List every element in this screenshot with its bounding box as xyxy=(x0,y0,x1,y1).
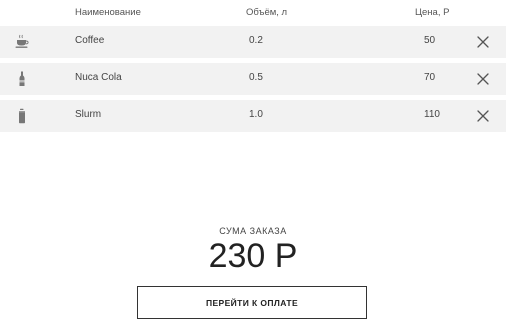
order-total-label: СУМА ЗАКАЗА xyxy=(219,226,287,236)
order-item-row: Coffee 0.2 50 xyxy=(0,26,506,58)
column-header-price: Цена, Р xyxy=(415,7,450,18)
order-item-row: Slurm 1.0 110 xyxy=(0,100,506,132)
close-icon xyxy=(477,36,489,48)
close-icon xyxy=(477,73,489,85)
proceed-to-payment-button[interactable]: ПЕРЕЙТИ К ОПЛАТЕ xyxy=(137,286,367,319)
column-header-name: Наименование xyxy=(75,7,141,18)
soda-can-icon xyxy=(14,108,30,124)
item-volume: 0.5 xyxy=(249,72,263,83)
column-header-volume: Объём, л xyxy=(246,7,288,18)
order-summary: СУМА ЗАКАЗА 230 Р xyxy=(0,226,506,273)
item-volume: 0.2 xyxy=(249,35,263,46)
item-name: Coffee xyxy=(75,35,105,46)
item-volume: 1.0 xyxy=(249,109,263,120)
order-item-row: Nuca Cola 0.5 70 xyxy=(0,63,506,95)
table-header: Наименование Объём, л Цена, Р xyxy=(0,0,506,26)
remove-item-button[interactable] xyxy=(474,33,492,51)
item-price: 110 xyxy=(424,109,440,120)
soda-bottle-icon xyxy=(14,71,30,87)
close-icon xyxy=(477,110,489,122)
item-price: 70 xyxy=(424,72,436,83)
item-name: Slurm xyxy=(75,109,102,120)
coffee-cup-icon xyxy=(14,34,30,50)
item-name: Nuca Cola xyxy=(75,72,122,83)
item-price: 50 xyxy=(424,35,436,46)
remove-item-button[interactable] xyxy=(474,70,492,88)
order-total-value: 230 Р xyxy=(208,237,298,275)
remove-item-button[interactable] xyxy=(474,107,492,125)
